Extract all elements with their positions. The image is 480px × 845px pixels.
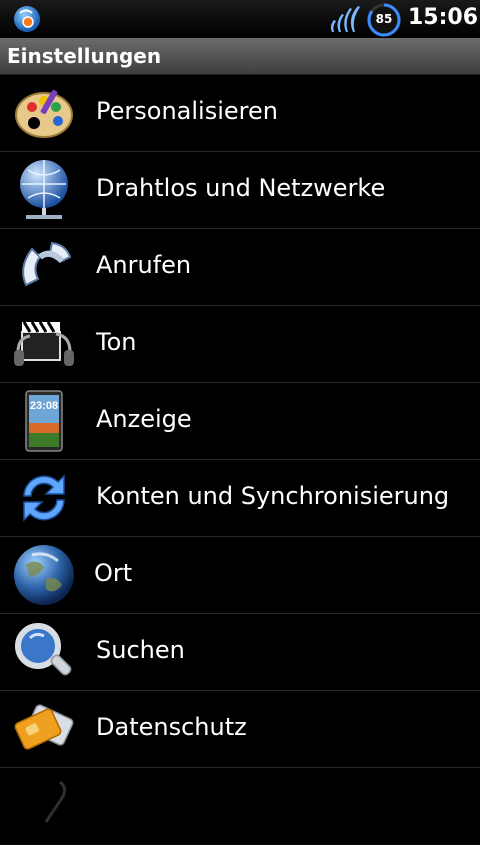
settings-item-label: Konten und Synchronisierung — [96, 482, 450, 510]
settings-item-label: Ton — [96, 328, 137, 356]
settings-item-label: Anzeige — [96, 405, 192, 433]
settings-item-label: Ort — [94, 559, 133, 587]
settings-item-label: Anrufen — [96, 251, 192, 279]
settings-item-label: Personalisieren — [96, 97, 278, 125]
clock: 15:06 — [408, 5, 479, 30]
signal-icon — [330, 6, 360, 32]
page-title: Einstellungen — [7, 44, 162, 68]
settings-item-anzeige[interactable]: 23:08 Anzeige — [0, 383, 480, 460]
phone-handset-icon — [22, 241, 72, 287]
partial-icon — [44, 780, 67, 823]
earth-icon — [14, 545, 74, 605]
settings-item-konten[interactable]: Konten und Synchronisierung — [0, 460, 480, 537]
magnifier-icon — [15, 623, 72, 676]
settings-item-partial[interactable] — [0, 768, 480, 845]
clapperboard-headphones-icon — [14, 321, 74, 366]
settings-item-label: Drahtlos und Netzwerke — [96, 174, 386, 202]
settings-item-ton[interactable]: Ton — [0, 306, 480, 383]
settings-list: Personalisieren Drahtlos und Netzwerke A… — [0, 75, 480, 845]
palette-icon — [15, 89, 73, 138]
settings-item-datenschutz[interactable]: Datenschutz — [0, 691, 480, 768]
settings-item-label: Datenschutz — [96, 713, 247, 741]
settings-item-ort[interactable]: Ort — [0, 537, 480, 614]
network-globe-icon — [20, 160, 68, 219]
svg-text:23:08: 23:08 — [30, 400, 58, 412]
notification-icon[interactable] — [12, 4, 42, 34]
battery-level: 85 — [375, 12, 393, 26]
title-bar: Einstellungen — [0, 38, 480, 75]
settings-item-drahtlos[interactable]: Drahtlos und Netzwerke — [0, 152, 480, 229]
sync-icon — [23, 474, 65, 522]
settings-item-suchen[interactable]: Suchen — [0, 614, 480, 691]
status-bar: 85 15:06 — [0, 0, 480, 38]
settings-item-label: Suchen — [96, 636, 185, 664]
settings-item-anrufen[interactable]: Anrufen — [0, 229, 480, 306]
cards-icon — [14, 704, 74, 750]
settings-item-personalisieren[interactable]: Personalisieren — [0, 75, 480, 152]
display-phone-icon: 23:08 — [25, 390, 63, 452]
